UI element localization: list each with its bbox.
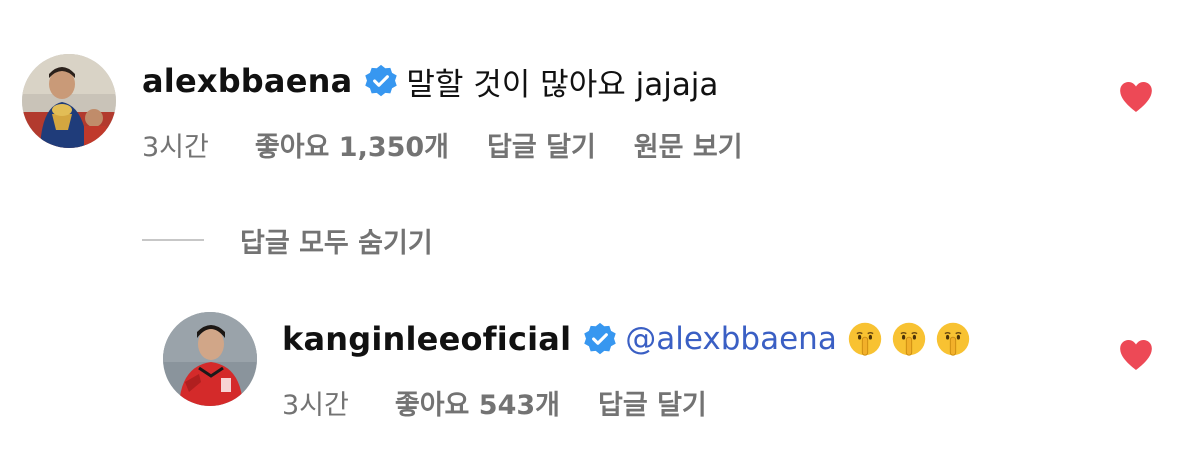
comment-1-meta: 3시간 좋아요 1,350개 답글 달기 원문 보기 — [142, 124, 781, 164]
heart-icon[interactable] — [1118, 80, 1154, 114]
reply-button[interactable]: 답글 달기 — [487, 125, 596, 164]
comment-1-line: alexbbaena 말할 것이 많아요 jajaja — [142, 58, 718, 104]
comment-time[interactable]: 3시간 — [142, 125, 209, 164]
comment-2-meta: 3시간 좋아요 543개 답글 달기 — [282, 382, 745, 422]
verified-badge-icon — [364, 64, 398, 98]
hide-replies-toggle[interactable]: 답글 모두 숨기기 — [142, 220, 433, 260]
see-original-button[interactable]: 원문 보기 — [634, 125, 743, 164]
comment-time[interactable]: 3시간 — [282, 383, 349, 422]
comment-text: 말할 것이 많아요 jajaja — [406, 66, 719, 103]
shushing-face-icon — [935, 321, 971, 357]
avatar-kanginleeoficial[interactable] — [163, 312, 257, 406]
comment-username[interactable]: kanginleeoficial — [282, 320, 571, 358]
likes-count[interactable]: 좋아요 1,350개 — [255, 125, 449, 164]
shushing-face-icon — [891, 321, 927, 357]
avatar-photo — [163, 312, 257, 406]
heart-icon[interactable] — [1118, 338, 1154, 372]
shushing-face-icon — [847, 321, 883, 357]
reply-button[interactable]: 답글 달기 — [598, 383, 707, 422]
avatar-alexbbaena[interactable] — [22, 54, 116, 148]
mention-link[interactable]: @alexbbaena — [625, 321, 837, 357]
likes-count[interactable]: 좋아요 543개 — [395, 383, 560, 422]
verified-badge-icon — [583, 322, 617, 356]
avatar-photo — [22, 54, 116, 148]
comment-username[interactable]: alexbbaena — [142, 62, 352, 100]
hide-replies-label[interactable]: 답글 모두 숨기기 — [240, 221, 433, 260]
comment-2-line: kanginleeoficial @alexbbaena — [282, 316, 979, 362]
comments-panel: alexbbaena 말할 것이 많아요 jajaja 3시간 좋아요 1,35… — [0, 0, 1200, 453]
divider-line — [142, 239, 204, 241]
